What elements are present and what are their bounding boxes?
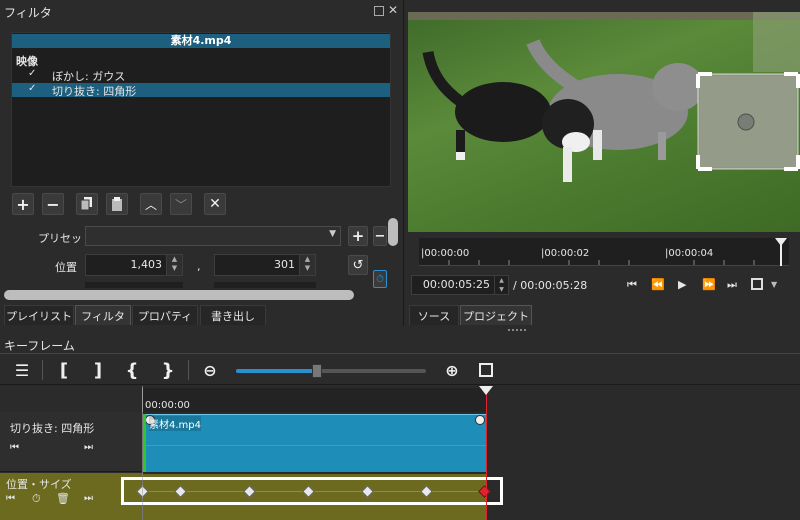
play-icon[interactable]: ▶ [678,278,686,291]
float-panel-icon[interactable] [374,6,384,16]
close-panel-icon[interactable]: ✕ [388,3,398,17]
prev-keyframe-icon[interactable]: { [124,358,140,382]
chevron-down-icon: ▼ [329,229,336,239]
ruler-label: 00:00:00 [145,400,190,411]
filter-panel: フィルタ ✕ 素材4.mp4 映像 ✓ ぼかし: ガウス ✓ 切り抜き: 四角形… [0,0,404,326]
toolbar-divider [188,360,189,380]
zoom-slider-handle[interactable] [312,364,322,378]
clip-block[interactable]: 素材4.mp4 [143,414,487,472]
ruler-ticks [448,260,755,265]
track2-name: 位置・サイズ [6,478,72,491]
filter-panel-title: フィルタ [4,6,52,20]
video-frame-image [408,12,800,182]
move-up-icon[interactable]: ︿ [140,193,162,215]
zoom-fit-icon[interactable] [751,278,763,290]
clip-name-header: 素材4.mp4 [12,34,390,48]
skip-to-start-icon[interactable]: ⏮ [627,278,637,292]
timeline-playhead-icon[interactable] [479,386,493,396]
position-label: 位置 [55,261,77,274]
menu-icon[interactable]: ☰ [12,358,32,382]
rewind-icon[interactable]: ⏪ [651,278,665,291]
splitter-handle[interactable] [508,329,526,331]
video-preview [408,12,800,232]
zoom-slider-fill [236,369,316,373]
save-preset-button[interactable]: + [348,226,368,246]
prev-keyframe-icon[interactable]: ⏮ [6,493,15,504]
position-y-value: 301 [274,258,295,271]
filter-list: 素材4.mp4 映像 ✓ ぼかし: ガウス ✓ 切り抜き: 四角形 [11,32,391,187]
stepper-icon[interactable]: ▲ ▼ [494,276,508,294]
tab-playlist[interactable]: プレイリスト [4,305,74,325]
current-time-field[interactable]: 00:00:05:25 ▲ ▼ [411,275,509,295]
next-keyframe-icon[interactable]: ⏭ [84,493,93,504]
timeline-ruler[interactable]: 00:00:00 [142,388,487,412]
track1-header: 切り抜き: 四角形 ⏮ ⏭ [0,412,142,472]
vertical-scrollbar[interactable] [388,218,398,246]
clip-out-handle-icon[interactable] [475,415,485,425]
delete-preset-button[interactable]: − [373,226,387,246]
player-ruler[interactable]: |00:00:00 |00:00:02 |00:00:04 [419,238,789,266]
zoom-slider[interactable] [236,364,426,378]
filter-name: 切り抜き: 四角形 [52,85,137,98]
comma-separator: , [197,260,201,273]
current-time-value: 00:00:05:25 [422,278,490,291]
clip-midline [143,445,487,446]
set-in-icon[interactable]: [ [56,358,72,382]
paste-filter-icon[interactable] [106,193,128,215]
filter-checkbox[interactable]: ✓ [28,68,36,79]
position-x-value: 1,403 [130,258,163,271]
keyframes-title: キーフレーム [4,339,75,353]
hidden-row-field [214,282,316,288]
tab-properties[interactable]: プロパティ [132,305,198,325]
move-down-icon[interactable]: ﹀ [170,193,192,215]
tab-source[interactable]: ソース [409,305,459,325]
next-keyframe-icon[interactable]: } [160,358,176,382]
category-label: 映像 [16,55,38,68]
preset-select[interactable]: ▼ [85,226,341,246]
zoom-fit-timeline-icon[interactable] [476,358,496,382]
skip-to-end-icon[interactable]: ⏭ [727,278,737,292]
position-y-field[interactable]: 301 ▲ ▼ [214,254,316,276]
prev-keyframe-icon[interactable]: ⏮ [10,442,19,453]
deselect-filter-icon[interactable]: ✕ [204,193,226,215]
tab-project[interactable]: プロジェクト [460,305,532,325]
filter-name: ぼかし: ガウス [52,70,126,83]
chevron-down-icon[interactable]: ▼ [771,280,777,289]
keyframe-stopwatch-icon[interactable]: ⏱ [373,270,387,288]
trash-icon[interactable]: 🗑 [56,492,70,505]
stopwatch-icon[interactable]: ⏱ [32,492,41,506]
reset-icon[interactable]: ↺ [348,255,368,275]
timeline-playhead[interactable] [486,386,487,520]
fast-forward-icon[interactable]: ⏩ [702,278,716,291]
stepper-icon[interactable]: ▲ ▼ [299,255,315,275]
horizontal-scrollbar[interactable] [4,290,354,300]
toolbar-divider [42,360,43,380]
filter-checkbox[interactable]: ✓ [28,83,36,94]
hidden-row-field [85,282,183,288]
player-panel: |00:00:00 |00:00:02 |00:00:04 00:00:05:2… [405,0,800,326]
playhead-icon[interactable] [775,238,787,266]
position-x-field[interactable]: 1,403 ▲ ▼ [85,254,183,276]
next-keyframe-icon[interactable]: ⏭ [84,442,93,453]
tab-filters[interactable]: フィルタ [75,305,131,325]
set-out-icon[interactable]: ] [90,358,106,382]
clip-label: 素材4.mp4 [149,416,201,431]
remove-filter-button[interactable]: − [42,193,64,215]
tab-export[interactable]: 書き出し [200,305,266,325]
track1-name: 切り抜き: 四角形 [10,422,95,435]
add-filter-button[interactable]: + [12,193,34,215]
copy-filter-icon[interactable] [76,193,98,215]
timeline-start-line [142,386,143,520]
stepper-icon[interactable]: ▲ ▼ [166,255,182,275]
total-time: / 00:00:05:28 [513,279,588,292]
zoom-out-icon[interactable]: ⊖ [198,358,222,382]
zoom-in-icon[interactable]: ⊕ [440,358,464,382]
filter-row[interactable]: ✓ ぼかし: ガウス [12,68,390,83]
in-point-marker [143,414,146,472]
filter-row-selected[interactable]: ✓ 切り抜き: 四角形 [12,83,390,98]
